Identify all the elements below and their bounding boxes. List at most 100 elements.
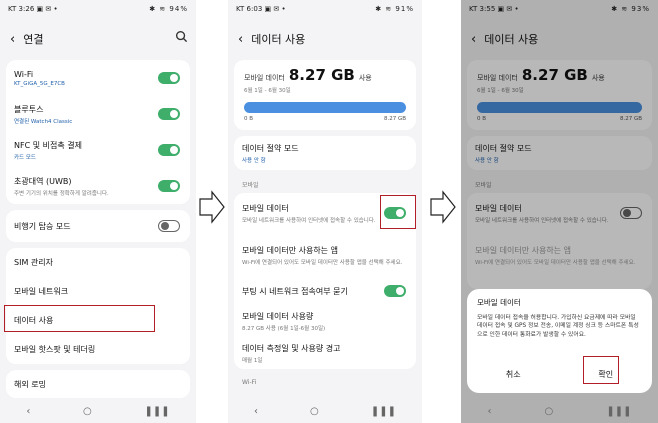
nav-back-icon[interactable]: ‹ xyxy=(26,406,30,417)
usage-bar-labels: 0 B 8.27 GB xyxy=(244,116,406,122)
setting-title: 모바일 데이터만 사용하는 앱 xyxy=(242,245,338,255)
setting-sim-manager[interactable]: SIM 관리자 xyxy=(6,248,190,277)
bar-min-label: 0 B xyxy=(244,116,254,122)
usage-period: 6월 1일 - 6월 30일 xyxy=(244,88,291,94)
setting-billing-cycle[interactable]: 데이터 측정일 및 사용량 경고 매월 1일 xyxy=(234,337,416,369)
settings-card-saver: 데이터 절약 모드 사용 안 함 xyxy=(234,136,416,170)
usage-line: 모바일 데이터 8.27 GB 사용 xyxy=(244,66,406,84)
nav-bar: ‹ ○ ❚❚❚ xyxy=(0,399,196,423)
setting-bluetooth[interactable]: 블루투스 연결된 Watch4 Classic xyxy=(6,96,190,132)
setting-wifi[interactable]: Wi-Fi KT_GiGA_5G_E7CB xyxy=(6,60,190,96)
setting-title: NFC 및 비접촉 결제 xyxy=(14,140,82,150)
highlight-box-confirm-button xyxy=(583,356,619,384)
page-header: ‹ 연결 xyxy=(0,18,196,60)
setting-title: 모바일 네트워크 xyxy=(14,287,69,296)
status-bar: KT 3:26 ▣ ✉ • ✱ ≋ 94% xyxy=(0,0,196,18)
setting-subtitle: 주변 기기의 위치를 정확하게 알려줍니다. xyxy=(14,190,109,197)
nav-back-icon[interactable]: ‹ xyxy=(488,406,492,417)
dialog-title: 모바일 데이터 xyxy=(477,298,521,307)
status-time: KT 6:03 xyxy=(236,5,263,13)
nav-recents-icon[interactable]: ❚❚❚ xyxy=(606,406,631,417)
dialog-body: 모바일 데이터 접속을 허용합니다. 가입하신 요금제에 따라 모바일 데이터 … xyxy=(477,315,639,338)
bar-max-label: 8.27 GB xyxy=(383,116,406,122)
nav-recents-icon[interactable]: ❚❚❚ xyxy=(371,406,396,417)
nfc-toggle[interactable] xyxy=(158,144,180,156)
setting-uwb[interactable]: 초광대역 (UWB) 주변 기기의 위치를 정확하게 알려줍니다. xyxy=(6,168,190,204)
highlight-box-mobile-data-toggle xyxy=(380,195,416,229)
arrow-right-icon xyxy=(199,190,225,224)
phone-screen-data-usage-dialog: KT 3:55 ▣ ✉ • ✱ ≋ 93% ‹ 데이터 사용 모바일 데이터 8… xyxy=(461,0,658,423)
nav-bar: ‹ ○ ❚❚❚ xyxy=(228,399,422,423)
dialog-buttons: 취소 확인 xyxy=(467,366,652,383)
setting-subtitle: 8.27 GB 사용 (6월 1일-6월 30일) xyxy=(242,325,326,332)
setting-title: 비행기 탑승 모드 xyxy=(14,221,71,231)
usage-summary: 모바일 데이터 8.27 GB 사용 6월 1일 - 6월 30일 0 B 8.… xyxy=(234,60,416,130)
setting-title: 데이터 절약 모드 xyxy=(242,143,299,153)
setting-subtitle: Wi-Fi에 연결되어 있어도 모바일 데이터만 사용할 앱을 선택해 주세요. xyxy=(242,259,403,266)
mobile-data-dialog: 모바일 데이터 모바일 데이터 접속을 허용합니다. 가입하신 요금제에 따라 … xyxy=(467,289,652,393)
usage-prefix: 모바일 데이터 xyxy=(244,74,285,82)
setting-title: 데이터 측정일 및 사용량 경고 xyxy=(242,343,341,353)
phone-screen-connections: KT 3:26 ▣ ✉ • ✱ ≋ 94% ‹ 연결 Wi-Fi KT_GiGA… xyxy=(0,0,196,423)
highlight-box-data-usage xyxy=(4,305,155,332)
page-header: ‹ 데이터 사용 xyxy=(228,18,422,60)
page-title: 데이터 사용 xyxy=(251,33,306,46)
settings-card-roaming: 해외 로밍 xyxy=(6,370,190,398)
status-time: KT 3:26 xyxy=(8,5,35,13)
usage-bar xyxy=(244,102,406,113)
cancel-button[interactable]: 취소 xyxy=(496,366,531,383)
usage-suffix: 사용 xyxy=(358,74,372,82)
setting-roaming[interactable]: 해외 로밍 xyxy=(6,370,190,398)
nav-recents-icon[interactable]: ❚❚❚ xyxy=(144,406,169,417)
status-bar: KT 6:03 ▣ ✉ • ✱ ≋ 91% xyxy=(228,0,422,18)
setting-subtitle: 모바일 네트워크를 사용하여 인터넷에 접속할 수 있습니다. xyxy=(242,217,376,224)
setting-hotspot-tethering[interactable]: 모바일 핫스팟 및 테더링 xyxy=(6,335,190,364)
usage-amount: 8.27 GB xyxy=(288,66,355,84)
setting-title: Wi-Fi xyxy=(14,69,34,79)
setting-subtitle: KT_GiGA_5G_E7CB xyxy=(14,80,65,87)
setting-nfc[interactable]: NFC 및 비접촉 결제 카드 모드 xyxy=(6,132,190,168)
setting-subtitle: 카드 모드 xyxy=(14,154,36,161)
status-right: ✱ ≋ 91% xyxy=(375,5,414,13)
setting-subtitle: 연결된 Watch4 Classic xyxy=(14,118,73,125)
back-icon[interactable]: ‹ xyxy=(10,32,15,47)
airplane-toggle[interactable] xyxy=(158,220,180,232)
settings-card-airplane: 비행기 탑승 모드 xyxy=(6,210,190,242)
setting-title: 모바일 데이터 xyxy=(242,203,289,213)
setting-title: 초광대역 (UWB) xyxy=(14,176,72,186)
setting-title: 블루투스 xyxy=(14,104,44,114)
status-icons: ▣ ✉ • xyxy=(264,5,286,13)
setting-mobile-only-apps[interactable]: 모바일 데이터만 사용하는 앱 Wi-Fi에 연결되어 있어도 모바일 데이터만… xyxy=(234,233,416,277)
status-right: ✱ ≋ 94% xyxy=(149,5,188,13)
bluetooth-toggle[interactable] xyxy=(158,108,180,120)
uwb-toggle[interactable] xyxy=(158,180,180,192)
arrow-right-icon xyxy=(430,190,456,224)
setting-subtitle: 매월 1일 xyxy=(242,357,263,364)
setting-title: 해외 로밍 xyxy=(14,379,46,389)
section-label-mobile: 모바일 xyxy=(242,182,259,189)
phone-screen-data-usage: KT 6:03 ▣ ✉ • ✱ ≋ 91% ‹ 데이터 사용 모바일 데이터 8… xyxy=(228,0,422,423)
nav-home-icon[interactable]: ○ xyxy=(83,406,92,417)
setting-data-saver[interactable]: 데이터 절약 모드 사용 안 함 xyxy=(234,136,416,170)
setting-airplane-mode[interactable]: 비행기 탑승 모드 xyxy=(6,210,190,242)
wifi-toggle[interactable] xyxy=(158,72,180,84)
settings-card-wireless: Wi-Fi KT_GiGA_5G_E7CB 블루투스 연결된 Watch4 Cl… xyxy=(6,60,190,204)
back-icon[interactable]: ‹ xyxy=(238,32,243,47)
boot-ask-toggle[interactable] xyxy=(384,285,406,297)
setting-subtitle: 사용 안 함 xyxy=(242,157,266,164)
section-label-wifi: Wi-Fi xyxy=(242,379,257,386)
setting-boot-ask[interactable]: 부팅 시 네트워크 접속여부 묻기 xyxy=(234,277,416,305)
setting-mobile-network[interactable]: 모바일 네트워크 xyxy=(6,277,190,306)
setting-title: 모바일 핫스팟 및 테더링 xyxy=(14,345,96,354)
nav-home-icon[interactable]: ○ xyxy=(545,406,554,417)
page-title: 연결 xyxy=(23,33,44,46)
setting-title: 부팅 시 네트워크 접속여부 묻기 xyxy=(242,286,348,296)
setting-title: SIM 관리자 xyxy=(14,258,53,267)
nav-bar: ‹ ○ ❚❚❚ xyxy=(461,399,658,423)
nav-back-icon[interactable]: ‹ xyxy=(254,406,258,417)
setting-mobile-usage[interactable]: 모바일 데이터 사용량 8.27 GB 사용 (6월 1일-6월 30일) xyxy=(234,305,416,337)
nav-home-icon[interactable]: ○ xyxy=(310,406,319,417)
search-icon[interactable] xyxy=(175,30,188,43)
status-icons: ▣ ✉ • xyxy=(36,5,58,13)
setting-title: 모바일 데이터 사용량 xyxy=(242,311,314,321)
